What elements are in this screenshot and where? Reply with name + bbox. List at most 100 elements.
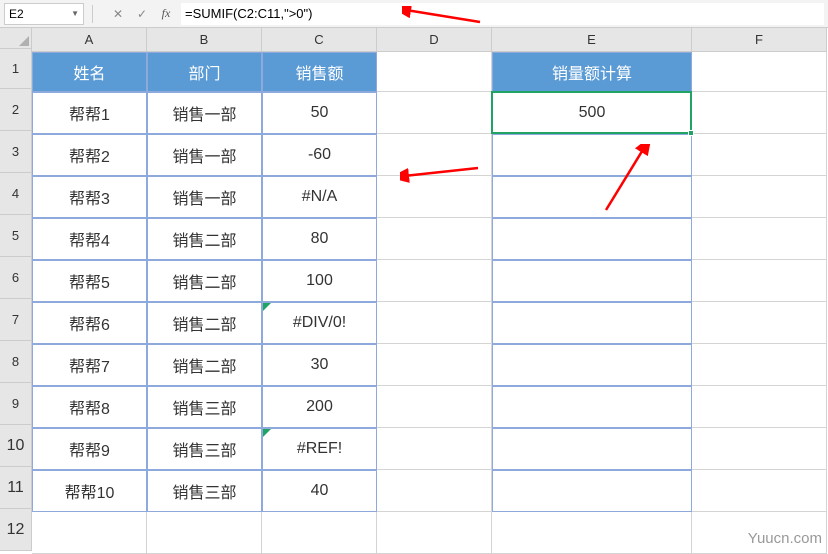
chevron-down-icon[interactable]: ▼ [71, 9, 79, 18]
column-header-F[interactable]: F [692, 28, 827, 52]
cell-C7[interactable]: #DIV/0! [262, 302, 377, 344]
cell-D6[interactable] [377, 260, 492, 302]
annotation-arrow-formula [402, 6, 482, 26]
cell-A2[interactable]: 帮帮1 [32, 92, 147, 134]
row-header-10[interactable]: 10 [0, 425, 32, 467]
cell-E1[interactable]: 销量额计算 [492, 52, 692, 92]
cell-B10[interactable]: 销售三部 [147, 428, 262, 470]
cell-C11[interactable]: 40 [262, 470, 377, 512]
cell-D12[interactable] [377, 512, 492, 554]
row-header-3[interactable]: 3 [0, 131, 32, 173]
cell-D8[interactable] [377, 344, 492, 386]
row-header-2[interactable]: 2 [0, 89, 32, 131]
cells[interactable]: 姓名部门销售额 销量额计算帮帮1销售一部50 500 帮帮2销售一部-60 帮帮3销售一… [32, 52, 828, 554]
cell-D5[interactable] [377, 218, 492, 260]
cell-C2[interactable]: 50 [262, 92, 377, 134]
formula-buttons: ✕ ✓ fx [107, 3, 177, 25]
cell-A6[interactable]: 帮帮5 [32, 260, 147, 302]
formula-text: =SUMIF(C2:C11,">0") [185, 6, 312, 21]
cell-F11[interactable] [692, 470, 827, 512]
column-header-B[interactable]: B [147, 28, 262, 52]
row-header-4[interactable]: 4 [0, 173, 32, 215]
cell-F5[interactable] [692, 218, 827, 260]
cell-C5[interactable]: 80 [262, 218, 377, 260]
spreadsheet-grid: 123456789101112 ABCDEF 姓名部门销售额销量额计算帮帮1销售… [0, 28, 828, 551]
cell-D7[interactable] [377, 302, 492, 344]
name-box[interactable]: E2 ▼ [4, 3, 84, 25]
row-header-5[interactable]: 5 [0, 215, 32, 257]
cell-E6[interactable] [492, 260, 692, 302]
cell-E10[interactable] [492, 428, 692, 470]
cell-D9[interactable] [377, 386, 492, 428]
cell-F8[interactable] [692, 344, 827, 386]
cell-C8[interactable]: 30 [262, 344, 377, 386]
cell-A9[interactable]: 帮帮8 [32, 386, 147, 428]
row-header-9[interactable]: 9 [0, 383, 32, 425]
column-header-D[interactable]: D [377, 28, 492, 52]
cell-D11[interactable] [377, 470, 492, 512]
cell-B6[interactable]: 销售二部 [147, 260, 262, 302]
cell-B2[interactable]: 销售一部 [147, 92, 262, 134]
cell-F1[interactable] [692, 52, 827, 92]
cell-A4[interactable]: 帮帮3 [32, 176, 147, 218]
row-header-1[interactable]: 1 [0, 49, 32, 89]
cell-D1[interactable] [377, 52, 492, 92]
confirm-icon[interactable]: ✓ [131, 3, 153, 25]
cell-C3[interactable]: -60 [262, 134, 377, 176]
cell-E12[interactable] [492, 512, 692, 554]
cell-F6[interactable] [692, 260, 827, 302]
cell-A8[interactable]: 帮帮7 [32, 344, 147, 386]
cell-C9[interactable]: 200 [262, 386, 377, 428]
cell-F4[interactable] [692, 176, 827, 218]
cell-E4[interactable] [492, 176, 692, 218]
cell-F10[interactable] [692, 428, 827, 470]
fx-icon[interactable]: fx [155, 3, 177, 25]
cell-F3[interactable] [692, 134, 827, 176]
row-header-7[interactable]: 7 [0, 299, 32, 341]
cell-B8[interactable]: 销售二部 [147, 344, 262, 386]
cell-A7[interactable]: 帮帮6 [32, 302, 147, 344]
cell-C4[interactable]: #N/A [262, 176, 377, 218]
cell-B7[interactable]: 销售二部 [147, 302, 262, 344]
column-header-A[interactable]: A [32, 28, 147, 52]
cell-reference: E2 [9, 7, 24, 21]
row-header-8[interactable]: 8 [0, 341, 32, 383]
row-header-6[interactable]: 6 [0, 257, 32, 299]
cell-F2[interactable] [692, 92, 827, 134]
row-header-12[interactable]: 12 [0, 509, 32, 551]
column-header-C[interactable]: C [262, 28, 377, 52]
cell-A1[interactable]: 姓名 [32, 52, 147, 92]
cell-C1[interactable]: 销售额 [262, 52, 377, 92]
cell-B11[interactable]: 销售三部 [147, 470, 262, 512]
cell-E2[interactable]: 500 [492, 92, 692, 134]
cell-E8[interactable] [492, 344, 692, 386]
column-header-E[interactable]: E [492, 28, 692, 52]
cell-F7[interactable] [692, 302, 827, 344]
cell-A11[interactable]: 帮帮10 [32, 470, 147, 512]
cell-A5[interactable]: 帮帮4 [32, 218, 147, 260]
cell-B1[interactable]: 部门 [147, 52, 262, 92]
cancel-icon[interactable]: ✕ [107, 3, 129, 25]
cell-E7[interactable] [492, 302, 692, 344]
cell-D10[interactable] [377, 428, 492, 470]
select-all-corner[interactable] [0, 28, 32, 49]
cell-B4[interactable]: 销售一部 [147, 176, 262, 218]
formula-input[interactable]: =SUMIF(C2:C11,">0") [181, 3, 824, 25]
row-header-11[interactable]: 11 [0, 467, 32, 509]
cell-A10[interactable]: 帮帮9 [32, 428, 147, 470]
cell-E9[interactable] [492, 386, 692, 428]
cell-E3[interactable] [492, 134, 692, 176]
cell-F9[interactable] [692, 386, 827, 428]
cell-C10[interactable]: #REF! [262, 428, 377, 470]
cell-B5[interactable]: 销售二部 [147, 218, 262, 260]
cell-A12[interactable] [32, 512, 147, 554]
cell-E5[interactable] [492, 218, 692, 260]
cell-E11[interactable] [492, 470, 692, 512]
cell-B12[interactable] [147, 512, 262, 554]
cell-D2[interactable] [377, 92, 492, 134]
cell-A3[interactable]: 帮帮2 [32, 134, 147, 176]
cell-B3[interactable]: 销售一部 [147, 134, 262, 176]
cell-C6[interactable]: 100 [262, 260, 377, 302]
cell-C12[interactable] [262, 512, 377, 554]
cell-B9[interactable]: 销售三部 [147, 386, 262, 428]
